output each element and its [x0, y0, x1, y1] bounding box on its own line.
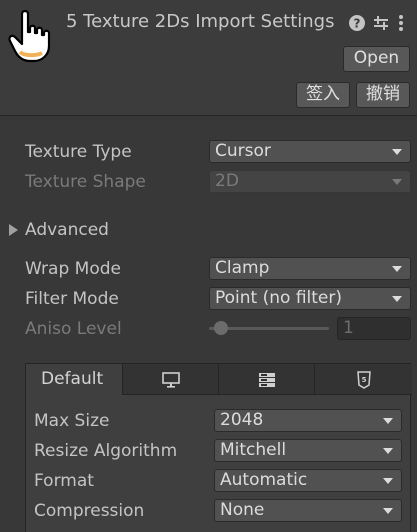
- resize-algorithm-dropdown[interactable]: Mitchell: [214, 439, 402, 462]
- texture-shape-dropdown: 2D: [209, 170, 411, 193]
- max-size-label: Max Size: [34, 411, 110, 431]
- revert-button[interactable]: 撤销: [356, 82, 410, 108]
- platform-settings-panel: Default 5 Max Size 2048 Resize Algorithm…: [25, 363, 412, 532]
- apply-button[interactable]: 签入: [296, 82, 350, 108]
- window-title: 5 Texture 2Ds Import Settings: [66, 11, 335, 32]
- tab-default[interactable]: Default: [26, 364, 123, 395]
- advanced-foldout[interactable]: Advanced: [25, 220, 109, 240]
- aniso-level-label: Aniso Level: [25, 319, 122, 339]
- aniso-level-slider-knob: [214, 321, 228, 335]
- format-label: Format: [34, 471, 94, 491]
- texture-shape-value: 2D: [215, 171, 239, 191]
- compression-dropdown[interactable]: None: [214, 499, 402, 522]
- chevron-down-icon: [383, 448, 393, 454]
- inspector-header: 5 Texture 2Ds Import Settings ? Open 签入 …: [0, 0, 417, 115]
- resize-algorithm-label: Resize Algorithm: [34, 441, 178, 461]
- resize-algorithm-value: Mitchell: [220, 440, 287, 460]
- tab-webgl[interactable]: 5: [315, 364, 412, 395]
- open-button[interactable]: Open: [343, 46, 410, 72]
- filter-mode-dropdown[interactable]: Point (no filter): [209, 287, 411, 310]
- tab-default-label: Default: [41, 369, 104, 389]
- max-size-dropdown[interactable]: 2048: [214, 409, 402, 432]
- kebab-menu-icon[interactable]: [396, 14, 406, 32]
- tab-standalone[interactable]: [123, 364, 219, 395]
- monitor-icon: [161, 372, 180, 388]
- chevron-down-icon: [392, 266, 402, 272]
- texture-type-dropdown[interactable]: Cursor: [209, 140, 411, 163]
- texture-type-label: Texture Type: [25, 142, 132, 162]
- compression-value: None: [220, 500, 265, 520]
- chevron-down-icon: [383, 478, 393, 484]
- html5-icon: 5: [356, 371, 371, 389]
- header-divider: [0, 115, 417, 116]
- filter-mode-label: Filter Mode: [25, 289, 119, 309]
- chevron-down-icon: [383, 418, 393, 424]
- wrap-mode-dropdown[interactable]: Clamp: [209, 257, 411, 280]
- help-icon[interactable]: ?: [348, 14, 366, 32]
- format-dropdown[interactable]: Automatic: [214, 469, 402, 492]
- format-value: Automatic: [220, 470, 308, 490]
- cursor-hand-icon: [8, 9, 51, 63]
- max-size-value: 2048: [220, 410, 264, 430]
- svg-text:5: 5: [361, 376, 366, 384]
- server-icon: [258, 373, 275, 387]
- preset-settings-icon[interactable]: [372, 14, 390, 32]
- filter-mode-value: Point (no filter): [215, 288, 343, 308]
- chevron-down-icon: [383, 508, 393, 514]
- wrap-mode-label: Wrap Mode: [25, 259, 121, 279]
- chevron-down-icon: [392, 179, 402, 185]
- aniso-level-field: 1: [337, 317, 411, 340]
- compression-label: Compression: [34, 501, 145, 521]
- chevron-down-icon: [392, 149, 402, 155]
- texture-shape-label: Texture Shape: [25, 172, 146, 192]
- wrap-mode-value: Clamp: [215, 258, 270, 278]
- svg-text:?: ?: [354, 17, 361, 31]
- tab-dedicated-server[interactable]: [219, 364, 315, 395]
- chevron-down-icon: [392, 296, 402, 302]
- foldout-arrow-icon[interactable]: [9, 224, 18, 236]
- texture-type-value: Cursor: [215, 141, 271, 161]
